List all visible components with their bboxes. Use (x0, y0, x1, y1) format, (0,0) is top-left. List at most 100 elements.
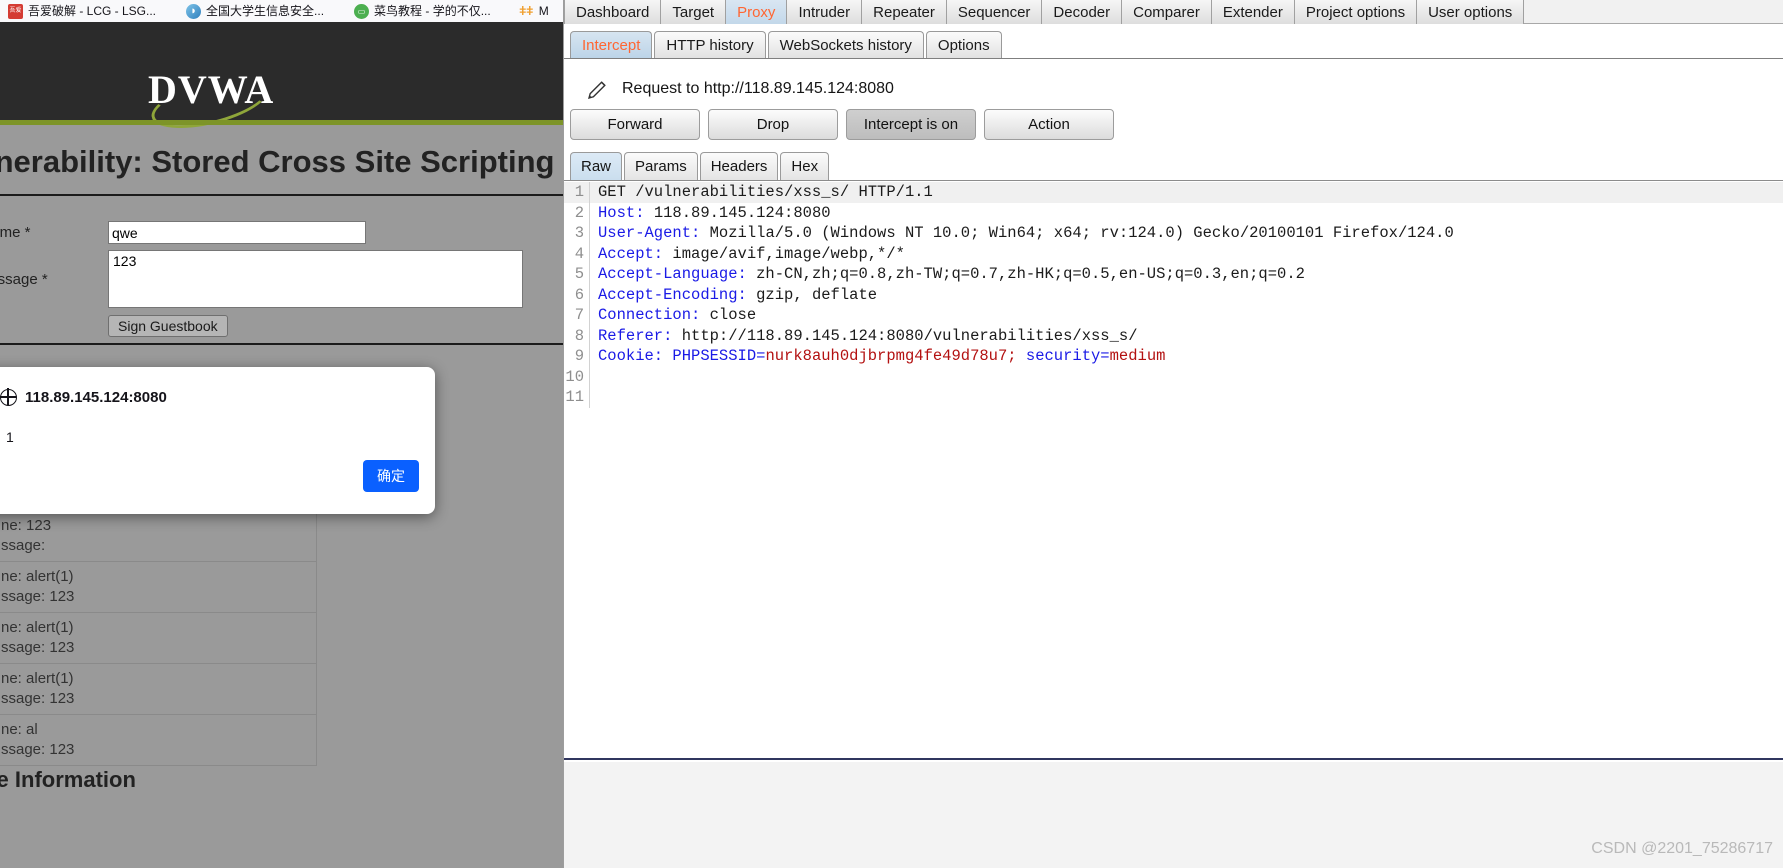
header-value: 118.89.145.124:8080 (644, 203, 831, 222)
request-line-text: Cookie: PHPSESSID=nurk8auh0djbrpmg4fe49d… (590, 346, 1165, 367)
burp-tab-extender[interactable]: Extender (1211, 0, 1295, 24)
burp-suite-window: Dashboard Target Proxy Intruder Repeater Sequ… (563, 0, 1783, 868)
guestbook-entry: ne: alert(1) ssage: 123 (0, 612, 317, 664)
tab-label: Sequencer (957, 3, 1031, 21)
action-button[interactable]: Action (984, 109, 1114, 140)
request-line: 1 GET /vulnerabilities/xss_s/ HTTP/1.1 (564, 182, 1783, 203)
request-line: 11 (564, 387, 1783, 408)
format-tab-label: Params (635, 158, 687, 175)
format-tab-label: Raw (581, 158, 612, 175)
tab-label: Extender (1222, 3, 1283, 21)
tab-label: User options (1428, 3, 1513, 21)
format-tab-raw[interactable]: Raw (570, 152, 623, 180)
request-line-text: Connection: close (590, 305, 756, 326)
guestbook-entry: ne: 123 ssage: (0, 510, 317, 562)
intercept-action-bar: Forward Drop Intercept is on Action (570, 109, 1114, 140)
header-name: Referer: (598, 326, 673, 345)
bookmark-item[interactable]: 菜鸟教程 - 学的不仅... (350, 1, 499, 21)
request-line-text: Referer: http://118.89.145.124:8080/vuln… (590, 326, 1138, 347)
bookmark-item[interactable]: 全国大学生信息安全... (182, 1, 332, 21)
proxy-subtab-http-history[interactable]: HTTP history (654, 31, 766, 58)
header-value: gzip, deflate (746, 285, 878, 304)
pencil-icon (588, 81, 606, 99)
request-title-text: Request to http://118.89.145.124:8080 (622, 80, 894, 97)
format-tab-headers[interactable]: Headers (699, 152, 779, 180)
request-line: 4 Accept: image/avif,image/webp,*/* (564, 243, 1783, 265)
bookmark-label: 菜鸟教程 - 学的不仅... (374, 4, 491, 18)
line-number: 5 (564, 264, 590, 285)
message-format-tabs: Raw Params Headers Hex (570, 152, 831, 180)
form-divider (0, 343, 563, 345)
sign-guestbook-button[interactable]: Sign Guestbook (108, 315, 228, 337)
line-number: 1 (564, 182, 590, 203)
guestbook-entry: ne: alert(1) ssage: 123 (0, 561, 317, 613)
header-name: Cookie: (598, 347, 673, 365)
message-textarea[interactable]: 123 (108, 250, 523, 308)
burp-tab-proxy[interactable]: Proxy (726, 0, 788, 24)
guestbook-entry-message: ssage: 123 (1, 588, 75, 605)
cookie-key: PHPSESSID= (672, 347, 766, 365)
request-line-text: Accept: image/avif,image/webp,*/* (590, 244, 905, 265)
burp-tab-dashboard[interactable]: Dashboard (564, 0, 662, 24)
header-name: Connection: (598, 306, 701, 324)
header-value: http://118.89.145.124:8080/vulnerabiliti… (672, 326, 1138, 345)
burp-tab-sequencer[interactable]: Sequencer (946, 0, 1043, 24)
request-line: 2 Host: 118.89.145.124:8080 (564, 202, 1783, 223)
line-number: 4 (564, 243, 590, 264)
request-line: 7 Connection: close (564, 305, 1783, 326)
burp-tab-intruder[interactable]: Intruder (787, 0, 863, 24)
request-line: 5 Accept-Language: zh-CN,zh;q=0.8,zh-TW;q… (564, 264, 1783, 285)
cookie-key: security= (1025, 347, 1110, 365)
burp-tab-repeater[interactable]: Repeater (862, 0, 947, 24)
cookie-value: medium (1109, 347, 1166, 365)
header-value: close (700, 306, 757, 324)
burp-main-tabs: Dashboard Target Proxy Intruder Repeater Sequ… (564, 0, 1525, 24)
subtab-label: HTTP history (666, 36, 754, 54)
request-line: 6 Accept-Encoding: gzip, deflate (564, 284, 1783, 305)
guestbook-entry-message: ssage: 123 (1, 639, 75, 656)
runoob-favicon-icon (354, 3, 370, 19)
tab-label: Target (672, 3, 715, 21)
request-line-text: GET /vulnerabilities/xss_s/ HTTP/1.1 (598, 183, 933, 201)
format-tab-label: Hex (791, 158, 819, 175)
name-input[interactable] (108, 221, 366, 244)
editor-bottom-rule (564, 758, 1783, 760)
title-divider (0, 194, 563, 196)
proxy-subtab-options[interactable]: Options (925, 31, 1002, 58)
line-number: 2 (564, 202, 590, 223)
format-tab-params[interactable]: Params (624, 152, 698, 180)
header-value: Mozilla/5.0 (Windows NT 10.0; Win64; x64… (700, 224, 1454, 242)
format-tab-hex[interactable]: Hex (780, 152, 830, 180)
tab-label: Proxy (737, 3, 776, 21)
header-value: zh-CN,zh;q=0.8,zh-TW;q=0.7,zh-HK;q=0.5,e… (746, 265, 1305, 283)
bookmark-item[interactable]: 吾爱破解 - LCG - LSG... (4, 1, 164, 21)
drop-button[interactable]: Drop (708, 109, 838, 140)
request-line: 10 (564, 366, 1783, 387)
bookmark-label: 全国大学生信息安全... (206, 4, 325, 18)
cookie-value: nurk8auh0djbrpmg4fe49d78u7; (765, 347, 1026, 365)
forward-button[interactable]: Forward (570, 109, 700, 140)
header-name: Host: (598, 203, 645, 222)
burp-tab-target[interactable]: Target (661, 0, 727, 24)
line-number: 7 (564, 305, 590, 326)
bookmark-item[interactable]: M (515, 1, 557, 21)
subtab-label: WebSockets history (779, 36, 912, 54)
tab-label: Project options (1305, 3, 1406, 21)
proxy-subtab-intercept[interactable]: Intercept (570, 31, 653, 58)
guestbook-entry-name: ne: al (1, 721, 38, 738)
line-number: 10 (564, 366, 590, 387)
burp-tab-project-options[interactable]: Project options (1294, 0, 1418, 24)
alert-ok-button[interactable]: 确定 (363, 460, 419, 492)
line-number: 11 (564, 387, 590, 408)
proxy-subtab-websockets-history[interactable]: WebSockets history (767, 31, 924, 58)
alert-message-text: 1 (6, 429, 14, 445)
intercept-is-on-button[interactable]: Intercept is on (846, 109, 976, 140)
burp-tab-comparer[interactable]: Comparer (1122, 0, 1212, 24)
wuaipojie-favicon-icon (8, 3, 23, 19)
request-editor[interactable]: 1 GET /vulnerabilities/xss_s/ HTTP/1.1 2 Ho… (564, 182, 1783, 760)
burp-tab-decoder[interactable]: Decoder (1042, 0, 1123, 24)
guestbook-entry: ne: al ssage: 123 (0, 714, 317, 766)
generic-favicon-icon (519, 4, 534, 19)
burp-tab-user-options[interactable]: User options (1417, 0, 1525, 24)
format-tab-label: Headers (710, 158, 768, 175)
